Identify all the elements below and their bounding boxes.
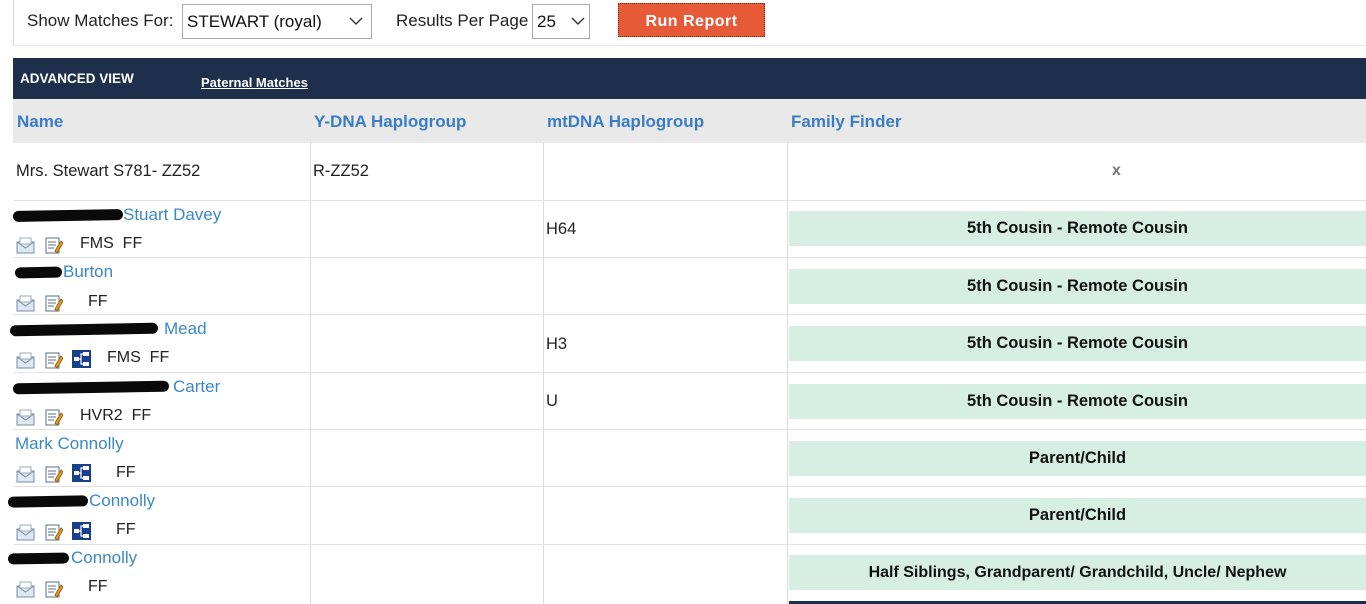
column-header-mtdna[interactable]: mtDNA Haplogroup [547, 112, 704, 132]
self-name: Mrs. Stewart S781- ZZ52 [16, 162, 201, 180]
paternal-matches-link[interactable]: Paternal Matches [201, 75, 308, 90]
match-mtdna: H64 [546, 220, 577, 238]
mail-icon[interactable] [16, 580, 35, 598]
notes-icon[interactable] [44, 580, 63, 598]
match-name-link[interactable]: Stuart Davey [123, 205, 221, 225]
test-types: FF [116, 521, 136, 538]
advanced-view-header: ADVANCED VIEW Paternal Matches [13, 58, 1366, 99]
chevron-down-icon [571, 5, 585, 49]
match-name-link[interactable]: Burton [63, 262, 113, 282]
run-report-button[interactable]: Run Report [618, 3, 765, 37]
relationship-range: Parent/Child [789, 498, 1366, 533]
test-types: FF [88, 293, 108, 310]
mail-icon[interactable] [16, 465, 35, 483]
show-matches-value: STEWART (royal) [187, 12, 322, 31]
results-per-page-label: Results Per Page [396, 11, 529, 30]
self-family-finder: x [1112, 162, 1121, 179]
test-types: HVR2 FF [80, 407, 152, 424]
show-matches-select[interactable]: STEWART (royal) [182, 4, 372, 39]
match-mtdna: U [546, 392, 558, 410]
redacted-name [14, 266, 63, 279]
show-matches-label: Show Matches For: [27, 11, 174, 30]
results-per-page-value: 25 [537, 12, 556, 31]
results-per-page-select[interactable]: 25 [532, 4, 590, 39]
column-header-ydna[interactable]: Y-DNA Haplogroup [314, 112, 466, 132]
mail-icon[interactable] [16, 523, 35, 541]
redacted-name [7, 495, 89, 508]
notes-icon[interactable] [44, 294, 63, 312]
test-types: FF [116, 464, 136, 481]
relationship-range: 5th Cousin - Remote Cousin [789, 211, 1366, 246]
mail-icon[interactable] [16, 236, 35, 254]
self-ydna: R-ZZ52 [313, 162, 369, 180]
notes-icon[interactable] [44, 351, 63, 369]
relationship-range: 5th Cousin - Remote Cousin [789, 326, 1366, 361]
notes-icon[interactable] [44, 408, 63, 426]
redacted-name [7, 552, 70, 565]
test-types: FMS FF [107, 349, 170, 366]
match-name-link[interactable]: Mark Connolly [15, 434, 124, 454]
report-toolbar: Show Matches For: STEWART (royal) Result… [13, 0, 1366, 46]
match-name-link[interactable]: Mead [164, 319, 207, 339]
tree-icon[interactable] [72, 464, 91, 482]
test-types: FMS FF [80, 235, 143, 252]
notes-icon[interactable] [44, 465, 63, 483]
mail-icon[interactable] [16, 351, 35, 369]
match-mtdna: H3 [546, 335, 568, 353]
relationship-range: Parent/Child [789, 441, 1366, 476]
table-row-self [13, 143, 1366, 201]
tree-icon[interactable] [72, 350, 91, 368]
notes-icon[interactable] [44, 523, 63, 541]
mail-icon[interactable] [16, 408, 35, 426]
match-name-link[interactable]: Carter [173, 377, 220, 397]
notes-icon[interactable] [44, 236, 63, 254]
redacted-name [12, 209, 124, 222]
relationship-range: Half Siblings, Grandparent/ Grandchild, … [789, 555, 1366, 590]
column-header-name[interactable]: Name [17, 112, 63, 132]
mail-icon[interactable] [16, 294, 35, 312]
match-name-link[interactable]: Connolly [71, 548, 137, 568]
match-name-link[interactable]: Connolly [89, 491, 155, 511]
tree-icon[interactable] [72, 522, 91, 540]
advanced-view-title: ADVANCED VIEW [20, 71, 134, 86]
column-headers: Name Y-DNA Haplogroup mtDNA Haplogroup F… [13, 99, 1366, 143]
column-header-family-finder[interactable]: Family Finder [791, 112, 902, 132]
relationship-range: 5th Cousin - Remote Cousin [789, 384, 1366, 419]
test-types: FF [88, 578, 108, 595]
relationship-range: 5th Cousin - Remote Cousin [789, 269, 1366, 304]
chevron-down-icon [349, 5, 363, 49]
